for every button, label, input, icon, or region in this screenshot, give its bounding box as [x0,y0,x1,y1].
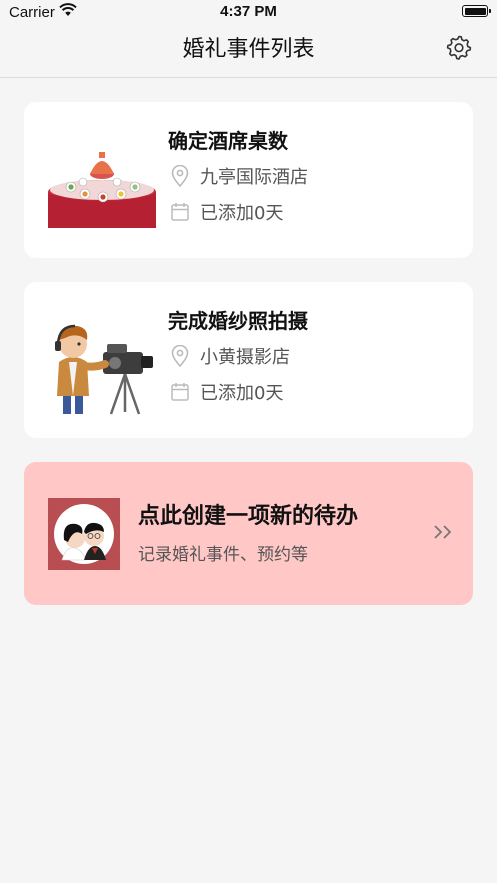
create-subtitle: 记录婚礼事件、预约等 [138,545,308,565]
event-card[interactable]: 确定酒席桌数 九亭国际酒店 已添加0天 [24,102,473,258]
event-location: 小黄摄影店 [170,344,290,368]
event-title: 确定酒席桌数 [168,129,288,153]
event-location: 九亭国际酒店 [170,164,308,188]
location-pin-icon [171,165,189,187]
battery-icon [462,5,491,17]
calendar-icon [171,203,189,221]
create-title: 点此创建一项新的待办 [138,504,359,529]
location-pin-icon [171,345,189,367]
double-chevron-right-icon [434,525,452,539]
added-text: 已添加0天 [200,383,284,404]
create-todo-button[interactable]: 点此创建一项新的待办 记录婚礼事件、预约等 [24,462,473,605]
page-title: 婚礼事件列表 [182,37,315,62]
calendar-icon [171,383,189,401]
status-time: 4:37 PM [220,3,277,20]
event-added-date: 已添加0天 [170,200,283,224]
added-text: 已添加0天 [200,203,284,224]
event-added-date: 已添加0天 [170,380,283,404]
event-card[interactable]: 完成婚纱照拍摄 小黄摄影店 已添加0天 [24,282,473,438]
event-title: 完成婚纱照拍摄 [168,309,308,333]
banquet-table-illustration [48,152,156,228]
gear-icon[interactable] [445,33,473,61]
couple-illustration [48,498,120,570]
navigation-bar: 婚礼事件列表 [0,26,497,78]
cameraman-illustration [55,324,153,415]
status-bar: Carrier 4:37 PM [0,0,497,26]
location-text: 小黄摄影店 [200,347,290,368]
location-text: 九亭国际酒店 [200,167,308,188]
